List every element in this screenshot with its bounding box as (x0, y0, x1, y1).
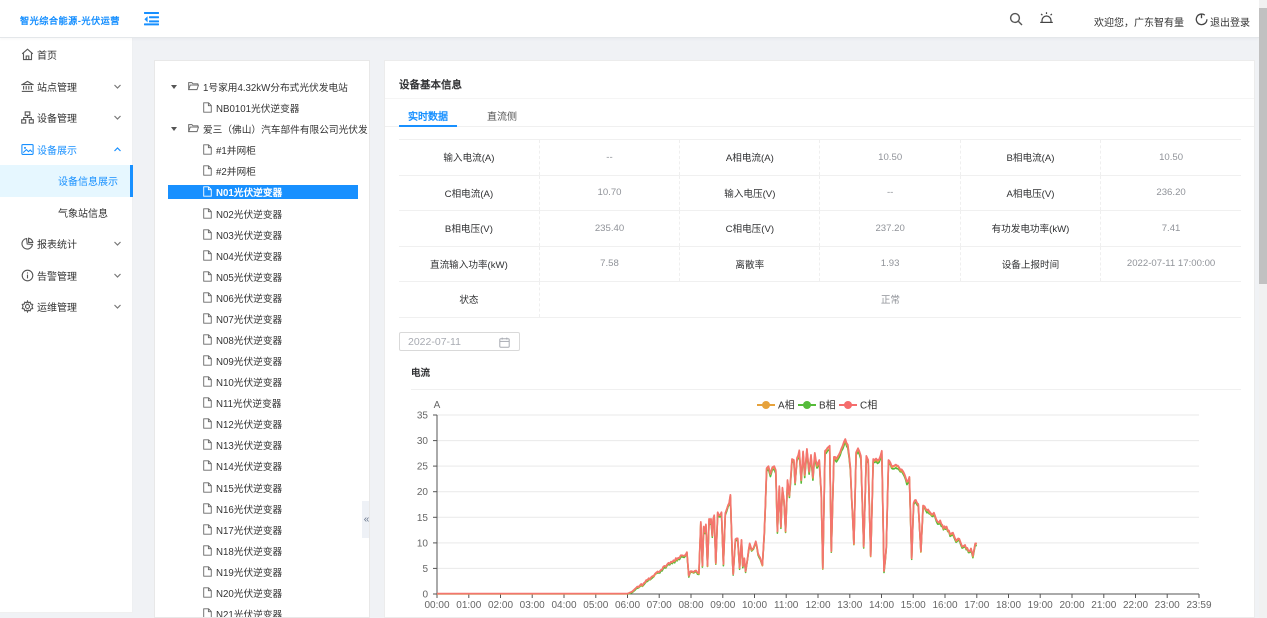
svg-text:08:00: 08:00 (678, 600, 703, 611)
svg-text:25: 25 (417, 462, 429, 473)
svg-text:5: 5 (422, 564, 428, 575)
svg-text:04:00: 04:00 (551, 600, 576, 611)
svg-text:06:00: 06:00 (615, 600, 640, 611)
svg-text:21:00: 21:00 (1091, 600, 1116, 611)
svg-text:02:00: 02:00 (488, 600, 513, 611)
svg-text:15: 15 (417, 513, 429, 524)
svg-text:10: 10 (417, 538, 429, 549)
svg-text:15:00: 15:00 (901, 600, 926, 611)
svg-text:30: 30 (417, 436, 429, 447)
svg-text:05:00: 05:00 (583, 600, 608, 611)
svg-text:18:00: 18:00 (996, 600, 1021, 611)
svg-text:00:00: 00:00 (424, 600, 449, 611)
svg-text:12:00: 12:00 (805, 600, 830, 611)
svg-text:C相: C相 (860, 399, 877, 412)
svg-text:23:00: 23:00 (1155, 600, 1180, 611)
svg-text:22:00: 22:00 (1123, 600, 1148, 611)
svg-text:13:00: 13:00 (837, 600, 862, 611)
svg-text:0: 0 (422, 590, 428, 601)
svg-text:16:00: 16:00 (932, 600, 957, 611)
svg-text:07:00: 07:00 (647, 600, 672, 611)
svg-text:14:00: 14:00 (869, 600, 894, 611)
svg-text:B相: B相 (819, 399, 836, 412)
svg-text:10:00: 10:00 (742, 600, 767, 611)
svg-text:19:00: 19:00 (1028, 600, 1053, 611)
svg-text:17:00: 17:00 (964, 600, 989, 611)
svg-text:23:59: 23:59 (1186, 600, 1211, 611)
svg-text:A: A (434, 400, 441, 411)
svg-text:A相: A相 (778, 399, 795, 412)
svg-text:35: 35 (417, 411, 429, 422)
svg-text:03:00: 03:00 (520, 600, 545, 611)
svg-text:11:00: 11:00 (774, 600, 799, 611)
svg-text:20: 20 (417, 487, 429, 498)
svg-text:09:00: 09:00 (710, 600, 735, 611)
svg-text:01:00: 01:00 (456, 600, 481, 611)
svg-text:20:00: 20:00 (1059, 600, 1084, 611)
